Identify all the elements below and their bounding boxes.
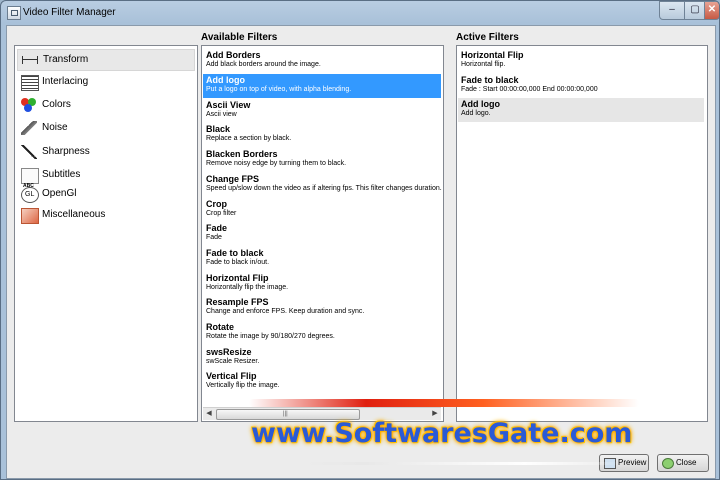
filter-description: Fade to black in/out. bbox=[206, 259, 270, 266]
filter-name: Horizontal Flip bbox=[206, 273, 269, 283]
category-item-subtitles[interactable]: Subtitles bbox=[17, 165, 193, 196]
close-button[interactable]: Close bbox=[657, 454, 709, 472]
filter-description: Add black borders around the image. bbox=[206, 61, 321, 68]
filter-item-fade[interactable]: Fade Fade bbox=[203, 222, 441, 246]
category-item-transform[interactable]: Transform bbox=[17, 49, 195, 71]
filter-description: Vertically flip the image. bbox=[206, 382, 280, 389]
filter-name: Add Borders bbox=[206, 50, 261, 60]
filter-item-add-logo[interactable]: Add logo Put a logo on top of video, wit… bbox=[203, 74, 441, 98]
sharpness-icon bbox=[21, 145, 37, 159]
category-label: OpenGl bbox=[42, 188, 77, 199]
preview-label: Preview bbox=[618, 458, 647, 467]
filter-name: Ascii View bbox=[206, 100, 251, 110]
filter-item-crop[interactable]: Crop Crop filter bbox=[203, 198, 441, 222]
category-label: Noise bbox=[42, 122, 68, 133]
filter-description: Speed up/slow down the video as if alter… bbox=[206, 185, 442, 192]
watermark-underline bbox=[249, 399, 639, 407]
filter-item-horizontal-flip[interactable]: Horizontal Flip Horizontally flip the im… bbox=[203, 272, 441, 296]
filter-item-rotate[interactable]: Rotate Rotate the image by 90/180/270 de… bbox=[203, 321, 441, 345]
category-list[interactable]: Transform Interlacing Colors Noise Sharp… bbox=[14, 45, 198, 422]
filter-description: Replace a section by black. bbox=[206, 135, 292, 142]
scroll-left-arrow-icon[interactable]: ◀ bbox=[203, 408, 215, 420]
filter-name: Blacken Borders bbox=[206, 149, 278, 159]
colors-icon bbox=[21, 98, 37, 112]
category-label: Subtitles bbox=[42, 169, 81, 180]
close-window-button[interactable]: ✕ bbox=[704, 1, 719, 20]
watermark-lower-line bbox=[301, 462, 621, 465]
filter-item-blacken-borders[interactable]: Blacken Borders Remove noisy edge by tur… bbox=[203, 148, 441, 172]
minimize-button[interactable]: ‒ bbox=[659, 1, 685, 20]
category-item-noise[interactable]: Noise bbox=[17, 118, 193, 138]
filter-description: Add logo. bbox=[461, 110, 491, 117]
filter-description: Change and enforce FPS. Keep duration an… bbox=[206, 308, 365, 315]
filter-name: Change FPS bbox=[206, 174, 260, 184]
close-icon bbox=[662, 458, 674, 469]
filter-item-resample-fps[interactable]: Resample FPS Change and enforce FPS. Kee… bbox=[203, 296, 441, 320]
available-filters-list[interactable]: Add Borders Add black borders around the… bbox=[201, 45, 444, 422]
filter-name: Fade bbox=[206, 223, 228, 233]
category-label: Transform bbox=[43, 54, 89, 65]
active-filter-fade-to-black[interactable]: Fade to black Fade : Start 00:00:00,000 … bbox=[458, 74, 704, 98]
filter-description: Horizontally flip the image. bbox=[206, 284, 289, 291]
category-label: Colors bbox=[42, 99, 71, 110]
filter-item-swsresize[interactable]: swsResize swScale Resizer. bbox=[203, 346, 441, 370]
title-bar[interactable]: Video Filter Manager ‒ ▢ ✕ bbox=[1, 1, 719, 23]
close-label: Close bbox=[676, 458, 697, 467]
filter-item-fade-to-black[interactable]: Fade to black Fade to black in/out. bbox=[203, 247, 441, 271]
filter-description: Put a logo on top of video, with alpha b… bbox=[206, 86, 352, 93]
active-filter-add-logo[interactable]: Add logo Add logo. bbox=[458, 98, 704, 122]
blue-dot bbox=[24, 104, 32, 112]
opengl-icon bbox=[21, 187, 39, 203]
filter-name: Add logo bbox=[461, 99, 500, 109]
transform-icon bbox=[22, 56, 38, 64]
filter-name: Vertical Flip bbox=[206, 371, 257, 381]
filter-name: Add logo bbox=[206, 75, 245, 85]
filter-description: Rotate the image by 90/180/270 degrees. bbox=[206, 333, 335, 340]
filter-name: swsResize bbox=[206, 347, 252, 357]
filter-description: Remove noisy edge by turning them to bla… bbox=[206, 160, 347, 167]
app-window-icon bbox=[7, 6, 21, 20]
category-item-colors[interactable]: Colors bbox=[17, 95, 193, 115]
subtitles-icon bbox=[21, 168, 39, 196]
window-title: Video Filter Manager bbox=[23, 7, 116, 18]
noise-icon bbox=[21, 121, 37, 135]
filter-name: Crop bbox=[206, 199, 227, 209]
filter-item-ascii-view[interactable]: Ascii View Ascii view bbox=[203, 99, 441, 123]
category-label: Miscellaneous bbox=[42, 209, 106, 220]
filter-name: Fade to black bbox=[206, 248, 264, 258]
filter-name: Rotate bbox=[206, 322, 235, 332]
interlacing-icon bbox=[21, 75, 39, 91]
filter-item-change-fps[interactable]: Change FPS Speed up/slow down the video … bbox=[203, 173, 442, 197]
video-filter-manager-window: Video Filter Manager ‒ ▢ ✕ Transform Int… bbox=[0, 0, 720, 480]
active-filter-horizontal-flip[interactable]: Horizontal Flip Horizontal flip. bbox=[458, 49, 704, 73]
category-item-interlacing[interactable]: Interlacing bbox=[17, 72, 193, 92]
category-label: Interlacing bbox=[42, 76, 89, 87]
filter-description: Crop filter bbox=[206, 210, 237, 217]
category-item-sharpness[interactable]: Sharpness bbox=[17, 142, 193, 162]
filter-name: Black bbox=[206, 124, 231, 134]
filter-description: swScale Resizer. bbox=[206, 358, 260, 365]
filter-name: Resample FPS bbox=[206, 297, 269, 307]
filter-item-add-borders[interactable]: Add Borders Add black borders around the… bbox=[203, 49, 441, 73]
filter-name: Fade to black bbox=[461, 75, 519, 85]
active-filters-list[interactable]: Horizontal Flip Horizontal flip. Fade to… bbox=[456, 45, 708, 422]
watermark-text: www.SoftwaresGate.com bbox=[251, 418, 633, 449]
filter-description: Horizontal flip. bbox=[461, 61, 506, 68]
available-filters-heading: Available Filters bbox=[201, 32, 278, 43]
filter-name: Horizontal Flip bbox=[461, 50, 524, 60]
filter-description: Fade bbox=[206, 234, 222, 241]
category-item-miscellaneous[interactable]: Miscellaneous bbox=[17, 205, 193, 225]
maximize-button[interactable]: ▢ bbox=[684, 1, 706, 20]
dialog-body: Transform Interlacing Colors Noise Sharp… bbox=[6, 25, 716, 479]
category-label: Sharpness bbox=[42, 146, 90, 157]
filter-description: Fade : Start 00:00:00,000 End 00:00:00,0… bbox=[461, 86, 598, 93]
filter-item-black[interactable]: Black Replace a section by black. bbox=[203, 123, 441, 147]
filter-item-vertical-flip[interactable]: Vertical Flip Vertically flip the image. bbox=[203, 370, 441, 394]
filter-description: Ascii view bbox=[206, 111, 237, 118]
active-filters-heading: Active Filters bbox=[456, 32, 519, 43]
category-item-opengl[interactable]: OpenGl bbox=[17, 184, 193, 204]
miscellaneous-icon bbox=[21, 208, 39, 224]
